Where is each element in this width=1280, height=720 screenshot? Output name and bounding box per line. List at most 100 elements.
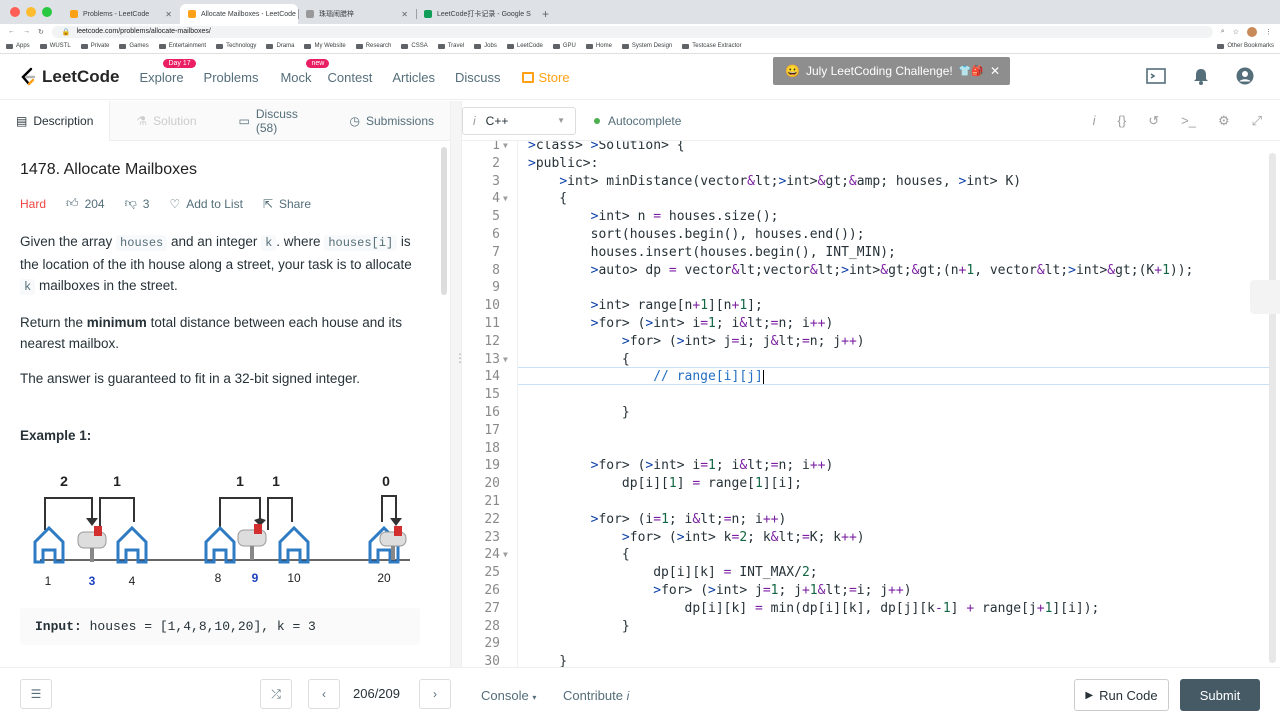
leetcode-logo[interactable]: LeetCode xyxy=(20,67,119,87)
code-line[interactable]: 27 dp[i][k] = min(dp[i][k], dp[j][k-1] +… xyxy=(462,600,1280,618)
code-line[interactable]: 3 >int> minDistance(vector&lt;>int>&gt;&… xyxy=(462,173,1280,191)
code-line[interactable]: 6 sort(houses.begin(), houses.end()); xyxy=(462,226,1280,244)
profile-avatar[interactable] xyxy=(1247,26,1257,37)
dislike-button[interactable]: 👎︎ 3 xyxy=(125,196,150,211)
like-button[interactable]: 👍︎ 204 xyxy=(66,196,105,211)
console-button[interactable]: Console ▾ xyxy=(481,688,536,703)
nav-mock[interactable]: Mock new xyxy=(280,58,330,85)
browser-tab[interactable]: 珠瑙闹腊梓 ✕ xyxy=(298,4,416,24)
code-line[interactable]: 18 xyxy=(462,440,1280,458)
code-line[interactable]: 16 } xyxy=(462,404,1280,422)
close-tab-icon[interactable]: ✕ xyxy=(401,10,408,19)
nav-discuss[interactable]: Discuss xyxy=(455,70,501,85)
contribute-button[interactable]: Contribute i xyxy=(563,688,629,703)
code-line[interactable]: 4 ▼ { xyxy=(462,190,1280,208)
add-to-list-button[interactable]: ♡ Add to List xyxy=(169,197,242,211)
bookmark-item[interactable]: Apps xyxy=(6,43,30,49)
code-line[interactable]: 5 >int> n = houses.size(); xyxy=(462,208,1280,226)
bookmark-item[interactable]: Home xyxy=(585,43,612,49)
bookmark-item[interactable]: Drama xyxy=(266,43,294,49)
code-line[interactable]: 11 >for> (>int> i=1; i&lt;=n; i++) xyxy=(462,315,1280,333)
nav-store[interactable]: Store xyxy=(522,70,570,85)
tab-discuss[interactable]: ▭ Discuss (58) xyxy=(223,101,334,141)
search-icon[interactable]: ⌕ xyxy=(1221,28,1225,36)
forward-icon[interactable]: → xyxy=(23,28,30,35)
reload-icon[interactable]: ↻ xyxy=(38,28,44,36)
problem-list-button[interactable]: ☰ xyxy=(20,679,52,709)
code-editor[interactable]: 1 ▼ >class> >Solution> {2 >public>: 3 >int> … xyxy=(462,141,1280,667)
code-line[interactable]: 29 xyxy=(462,635,1280,653)
nav-problems[interactable]: Problems xyxy=(204,70,259,85)
bookmark-item[interactable]: Technology xyxy=(216,43,256,49)
nav-explore[interactable]: Explore Day 17 xyxy=(139,58,196,85)
code-line[interactable]: 24 ▼ { xyxy=(462,546,1280,564)
fullscreen-icon[interactable]: ⤢ xyxy=(1252,113,1262,129)
code-line[interactable]: 10 >int> range[n+1][n+1]; xyxy=(462,297,1280,315)
prev-problem-button[interactable]: ‹ xyxy=(308,679,340,709)
bookmark-item[interactable]: Private xyxy=(80,43,109,49)
back-icon[interactable]: ← xyxy=(8,28,15,35)
bookmark-item[interactable]: Jobs xyxy=(474,43,497,49)
code-line[interactable]: 13 ▼ { xyxy=(462,351,1280,369)
nav-articles[interactable]: Articles xyxy=(392,70,435,85)
run-code-button[interactable]: ▶ Run Code xyxy=(1074,679,1169,711)
tab-description[interactable]: ▤ Description xyxy=(0,100,111,141)
code-line[interactable]: 15 xyxy=(462,386,1280,404)
fold-arrow-icon[interactable]: ▼ xyxy=(503,546,508,564)
next-problem-button[interactable]: › xyxy=(419,679,451,709)
code-line[interactable]: 1 ▼ >class> >Solution> { xyxy=(462,141,1280,155)
nav-contest[interactable]: Contest xyxy=(328,70,373,85)
bookmark-item[interactable]: System Design xyxy=(621,43,672,49)
bookmark-item[interactable]: Travel xyxy=(437,43,464,49)
code-line[interactable]: 2 >public>: xyxy=(462,155,1280,173)
terminal-icon[interactable]: >_ xyxy=(1181,113,1196,129)
random-problem-button[interactable]: ⤮ xyxy=(260,679,292,709)
code-line[interactable]: 9 xyxy=(462,279,1280,297)
bookmark-item[interactable]: My Website xyxy=(304,43,346,49)
info-icon[interactable]: i xyxy=(1093,113,1096,129)
language-select[interactable]: i C++ ▼ xyxy=(462,106,576,135)
code-line[interactable]: 23 >for> (>int> k=2; k&lt;=K; k++) xyxy=(462,529,1280,547)
bell-icon[interactable] xyxy=(1192,67,1210,85)
menu-icon[interactable]: ⋮ xyxy=(1265,28,1272,36)
autocomplete-toggle[interactable]: Autocomplete xyxy=(594,114,681,128)
code-line[interactable]: 22 >for> (i=1; i&lt;=n; i++) xyxy=(462,511,1280,529)
bookmark-item[interactable]: GPU xyxy=(552,43,576,49)
fold-arrow-icon[interactable]: ▼ xyxy=(503,190,508,208)
user-avatar-icon[interactable] xyxy=(1236,67,1254,85)
star-icon[interactable]: ☆ xyxy=(1233,28,1239,36)
bookmark-item[interactable]: Games xyxy=(119,43,149,49)
description-scrollbar[interactable] xyxy=(441,147,447,295)
bookmark-item[interactable]: CSSA xyxy=(401,43,428,49)
playground-icon[interactable] xyxy=(1146,67,1166,85)
browser-tab[interactable]: Problems - LeetCode ✕ xyxy=(62,4,180,24)
settings-icon[interactable]: ⚙ xyxy=(1218,113,1230,129)
code-line[interactable]: 20 dp[i][1] = range[1][i]; xyxy=(462,475,1280,493)
close-banner-icon[interactable]: ✕ xyxy=(990,64,1000,78)
code-line[interactable]: 7 houses.insert(houses.begin(), INT_MIN)… xyxy=(462,244,1280,262)
bookmark-item[interactable]: Research xyxy=(355,43,391,49)
code-line[interactable]: 17 xyxy=(462,422,1280,440)
bookmark-item[interactable]: Testcase Extractor xyxy=(682,43,742,49)
url-field[interactable]: 🔒 leetcode.com/problems/allocate-mailboxe… xyxy=(51,25,1213,38)
code-line[interactable]: 25 dp[i][k] = INT_MAX/2; xyxy=(462,564,1280,582)
tab-solution[interactable]: ⚗ Solution xyxy=(120,101,212,141)
bookmark-item[interactable]: Entertainment xyxy=(158,43,206,49)
code-line[interactable]: 28 } xyxy=(462,618,1280,636)
code-line[interactable]: 21 xyxy=(462,493,1280,511)
braces-icon[interactable]: {} xyxy=(1118,113,1127,129)
code-line[interactable]: 26 >for> (>int> j=1; j+1&lt;=i; j++) xyxy=(462,582,1280,600)
code-line[interactable]: 14 // range[i][j] xyxy=(462,368,1280,386)
reset-icon[interactable]: ↺ xyxy=(1148,113,1159,129)
minimize-window-button[interactable] xyxy=(26,7,36,17)
challenge-banner[interactable]: 😀 July LeetCoding Challenge! 👕🎒 ✕ xyxy=(773,57,1010,85)
code-line[interactable]: 12 >for> (>int> j=i; j&lt;=n; j++) xyxy=(462,333,1280,351)
fold-arrow-icon[interactable]: ▼ xyxy=(503,141,508,155)
zoom-window-button[interactable] xyxy=(42,7,52,17)
browser-tab[interactable]: LeetCode打卡记录 - Google S✕ xyxy=(416,4,534,24)
code-line[interactable]: 19 >for> (>int> i=1; i&lt;=n; i++) xyxy=(462,457,1280,475)
close-tab-icon[interactable]: ✕ xyxy=(165,10,172,19)
fold-arrow-icon[interactable]: ▼ xyxy=(503,351,508,369)
code-line[interactable]: 30 } xyxy=(462,653,1280,667)
side-drawer-handle[interactable] xyxy=(1250,280,1280,314)
